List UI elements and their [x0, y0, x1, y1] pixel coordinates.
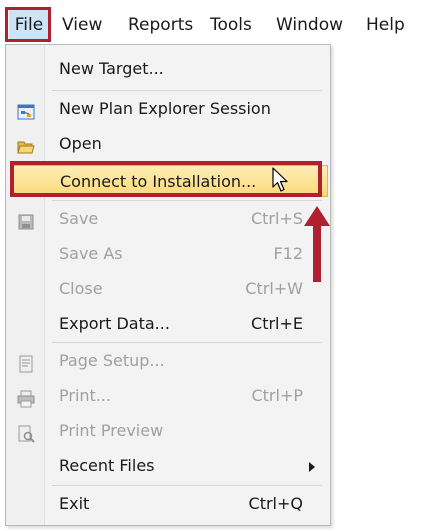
menu-item-label: New Plan Explorer Session	[59, 99, 271, 118]
menu-item-print-preview[interactable]: Print Preview	[7, 415, 329, 447]
menu-item-label: Page Setup...	[59, 351, 165, 370]
menu-item-save[interactable]: Save Ctrl+S	[7, 203, 329, 235]
menu-item-label: Export Data...	[59, 314, 170, 333]
menu-item-exit[interactable]: Exit Ctrl+Q	[7, 488, 329, 520]
menu-item-print[interactable]: Print... Ctrl+P	[7, 380, 329, 412]
menu-window[interactable]: Window	[276, 10, 343, 40]
menu-item-page-setup[interactable]: Page Setup...	[7, 345, 329, 377]
page-setup-icon	[17, 352, 35, 373]
menu-item-shortcut: Ctrl+W	[245, 279, 303, 298]
menu-tools[interactable]: Tools	[210, 10, 252, 40]
menu-view[interactable]: View	[62, 10, 102, 40]
menu-item-new-target[interactable]: New Target...	[7, 53, 329, 85]
file-dropdown-menu: New Target... New Plan Explorer Session …	[5, 44, 331, 526]
menu-item-label: Recent Files	[59, 456, 155, 475]
menu-item-shortcut: Ctrl+S	[250, 209, 303, 228]
menu-reports-label: Reports	[128, 15, 194, 35]
up-arrow-annotation-icon	[304, 206, 330, 282]
file-menu-highlight-box	[5, 7, 51, 42]
save-disk-icon	[17, 210, 35, 230]
menu-item-label: Open	[59, 134, 102, 153]
menu-item-close[interactable]: Close Ctrl+W	[7, 273, 329, 305]
menu-item-shortcut: Ctrl+Q	[248, 494, 303, 513]
menu-separator	[52, 485, 322, 486]
menu-item-label: Exit	[59, 494, 90, 513]
menu-window-label: Window	[276, 15, 344, 35]
menu-item-open[interactable]: Open	[7, 128, 329, 160]
menu-view-label: View	[62, 15, 103, 35]
menu-item-label: Close	[59, 279, 103, 298]
menu-help[interactable]: Help	[366, 10, 405, 40]
plan-explorer-icon	[17, 100, 35, 120]
menu-item-recent-files[interactable]: Recent Files	[7, 450, 329, 482]
menu-item-save-as[interactable]: Save As F12	[7, 238, 329, 270]
print-preview-icon	[17, 422, 35, 443]
mouse-cursor-icon	[272, 167, 288, 192]
menu-item-label: Print Preview	[59, 421, 164, 440]
menu-item-label: Save As	[59, 244, 123, 263]
menu-separator	[52, 342, 322, 343]
menu-separator	[52, 200, 322, 201]
menu-item-export-data[interactable]: Export Data... Ctrl+E	[7, 308, 329, 340]
menu-item-new-plan-explorer-session[interactable]: New Plan Explorer Session	[7, 93, 329, 125]
menu-item-shortcut: Ctrl+E	[251, 314, 303, 333]
open-folder-icon	[17, 135, 35, 154]
menu-help-label: Help	[366, 15, 405, 35]
menu-item-label: Print...	[59, 386, 112, 405]
menu-item-shortcut: Ctrl+P	[251, 386, 303, 405]
menu-reports[interactable]: Reports	[128, 10, 193, 40]
menu-bar: File View Reports Tools Window Help	[0, 0, 439, 48]
menu-tools-label: Tools	[210, 15, 252, 35]
menu-item-shortcut: F12	[273, 244, 303, 263]
submenu-arrow-icon	[309, 462, 315, 472]
printer-icon	[17, 387, 35, 408]
menu-separator	[52, 90, 322, 91]
menu-item-label: New Target...	[59, 59, 164, 78]
menu-item-label: Save	[59, 209, 99, 228]
